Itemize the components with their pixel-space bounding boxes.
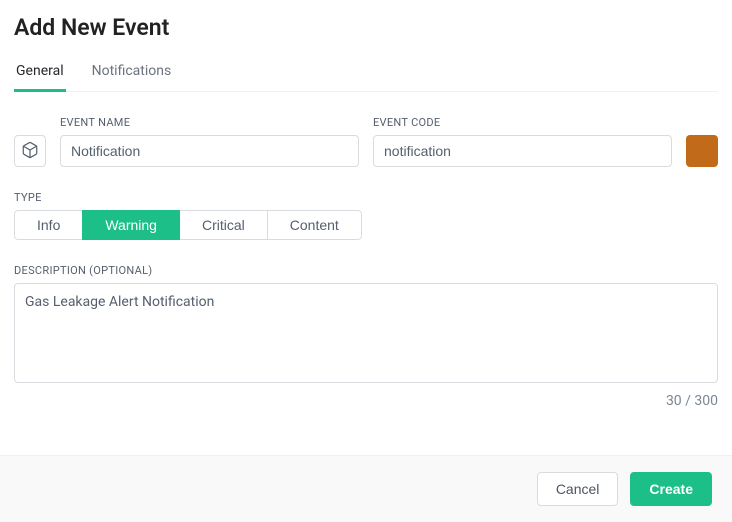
footer: Cancel Create — [0, 455, 732, 522]
event-code-input[interactable] — [373, 135, 672, 167]
type-option-content[interactable]: Content — [267, 210, 362, 240]
tab-notifications[interactable]: Notifications — [90, 59, 174, 92]
tab-general[interactable]: General — [14, 59, 66, 92]
tabs: General Notifications — [14, 59, 718, 92]
cube-icon — [21, 141, 39, 162]
type-option-warning[interactable]: Warning — [82, 210, 180, 240]
type-segmented: Info Warning Critical Content — [14, 210, 362, 240]
description-label: DESCRIPTION (OPTIONAL) — [14, 264, 718, 277]
type-option-info[interactable]: Info — [14, 210, 83, 240]
create-button[interactable]: Create — [630, 472, 712, 506]
color-picker-button[interactable] — [686, 135, 718, 167]
type-option-critical[interactable]: Critical — [179, 210, 268, 240]
event-code-label: EVENT CODE — [373, 116, 672, 129]
type-label: TYPE — [14, 191, 718, 204]
page-title: Add New Event — [14, 14, 718, 41]
description-counter: 30 / 300 — [14, 393, 718, 409]
description-textarea[interactable] — [14, 283, 718, 383]
cancel-button[interactable]: Cancel — [537, 472, 619, 506]
event-name-label: EVENT NAME — [60, 116, 359, 129]
event-name-input[interactable] — [60, 135, 359, 167]
model-icon-button[interactable] — [14, 135, 46, 167]
